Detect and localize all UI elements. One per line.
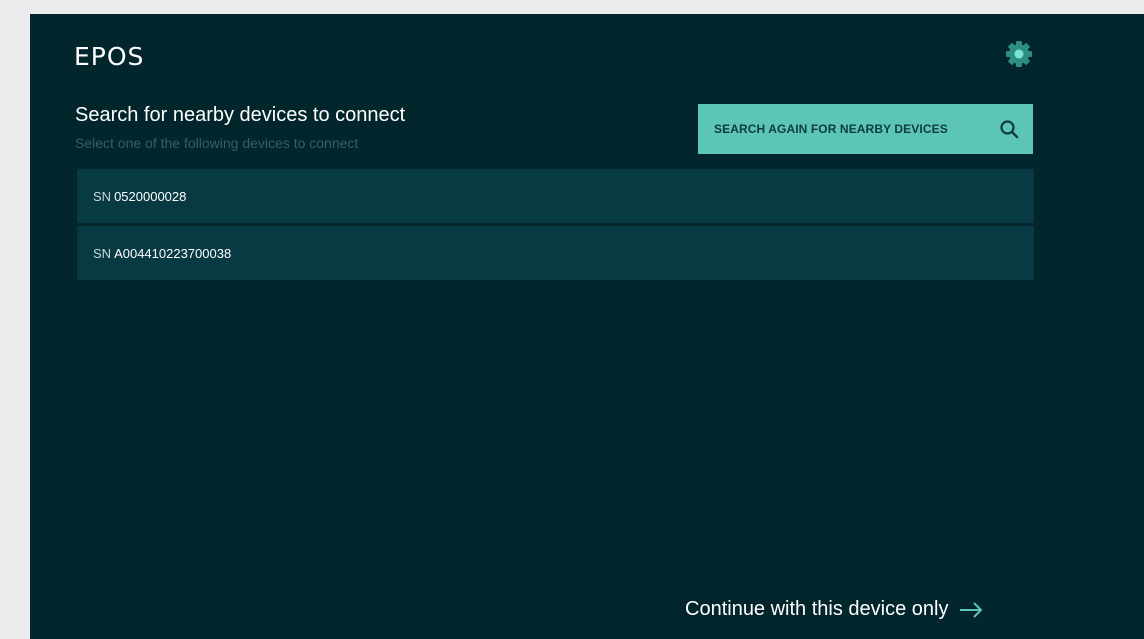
device-item[interactable]: SN A004410223700038 xyxy=(77,226,1034,280)
app-window: EPOS Search for nearby devices to connec… xyxy=(30,14,1144,639)
continue-label: Continue with this device only xyxy=(685,598,949,620)
page-title: Search for nearby devices to connect xyxy=(75,104,406,126)
search-icon xyxy=(1000,120,1019,139)
settings-button[interactable] xyxy=(1004,39,1034,69)
page-subtitle: Select one of the following devices to c… xyxy=(75,135,359,151)
device-serial: A004410223700038 xyxy=(114,245,232,261)
device-serial-prefix: SN xyxy=(93,188,112,204)
continue-button[interactable]: Continue with this device only xyxy=(685,598,984,621)
device-list: SN 0520000028 SN A004410223700038 xyxy=(77,169,1034,283)
search-again-button[interactable]: SEARCH AGAIN FOR NEARBY DEVICES xyxy=(698,104,1033,154)
device-item[interactable]: SN 0520000028 xyxy=(77,169,1034,223)
device-serial: 0520000028 xyxy=(114,188,187,204)
arrow-right-icon xyxy=(960,601,983,618)
epos-logo: EPOS xyxy=(74,42,145,71)
gear-icon xyxy=(1006,41,1032,67)
search-again-button-label: SEARCH AGAIN FOR NEARBY DEVICES xyxy=(714,122,948,136)
device-serial-prefix: SN xyxy=(93,245,112,261)
